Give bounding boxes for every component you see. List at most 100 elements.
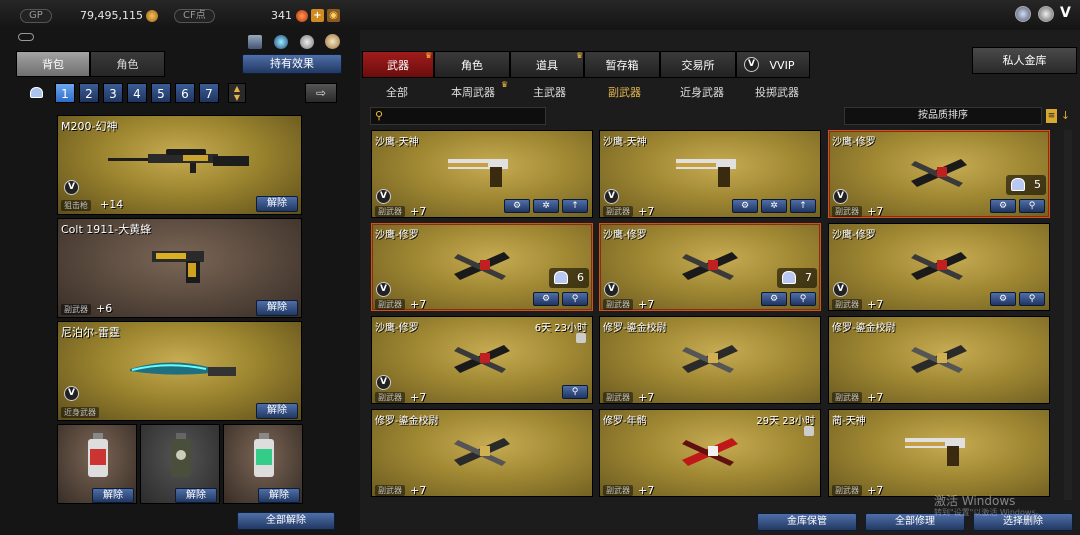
- gear-plus-icon[interactable]: ⚙: [761, 292, 787, 306]
- search-input[interactable]: ⚲: [370, 107, 546, 125]
- add-cf-icon[interactable]: +: [311, 9, 324, 22]
- knife-icon: [130, 362, 236, 376]
- weapon-type: 副武器: [375, 206, 405, 217]
- gear-icon[interactable]: ✲: [761, 199, 787, 213]
- page-4-button[interactable]: 4: [127, 83, 147, 103]
- moon-icon[interactable]: [1038, 6, 1054, 22]
- weapon-card[interactable]: 沙鹰-修罗 V 副武器 +7 5 ⚙ ⚲: [828, 130, 1050, 218]
- upgrade-count-badge: 6: [549, 268, 589, 288]
- search-icon[interactable]: ⚲: [1019, 292, 1045, 306]
- unequip-button[interactable]: 解除: [92, 488, 134, 503]
- page-7-button[interactable]: 7: [199, 83, 219, 103]
- weapon-card[interactable]: 沙鹰-修罗 V 副武器 +7 ⚙ ⚲: [828, 223, 1050, 311]
- tab-characters[interactable]: 角色: [434, 51, 510, 78]
- arrow-up-icon[interactable]: ↑: [790, 199, 816, 213]
- unequip-button[interactable]: 解除: [256, 196, 298, 212]
- vault-store-button[interactable]: 金库保管: [757, 513, 857, 531]
- unequip-all-button[interactable]: 全部解除: [237, 512, 335, 530]
- arrow-up-icon[interactable]: ↑: [562, 199, 588, 213]
- unequip-button[interactable]: 解除: [256, 403, 298, 419]
- tab-character[interactable]: 角色: [90, 51, 165, 77]
- weapon-type: 副武器: [375, 485, 405, 496]
- enhance-level: +7: [410, 298, 427, 311]
- weapon-card[interactable]: 沙鹰-修罗 6天 23小时 V 副武器 +7 ⚲: [371, 316, 593, 404]
- search-icon[interactable]: ⚲: [562, 385, 588, 399]
- search-icon[interactable]: ⚲: [562, 292, 588, 306]
- equip-slot-melee[interactable]: 尼泊尔-雷霆 V 近身武器 解除: [57, 321, 302, 421]
- weapon-card[interactable]: 修罗-鎏金校尉 副武器 +7: [828, 316, 1050, 404]
- weapon-card[interactable]: 修罗-鎏金校尉 副武器 +7: [599, 316, 821, 404]
- search-icon[interactable]: ⚲: [1019, 199, 1045, 213]
- remaining-time: 6天 23小时: [534, 323, 587, 334]
- weapon-card[interactable]: 修罗-鎏金校尉 副武器 +7: [371, 409, 593, 497]
- upgrade-count: 7: [805, 271, 812, 284]
- page-5-button[interactable]: 5: [151, 83, 171, 103]
- grenade-slot-3[interactable]: 解除: [223, 424, 303, 504]
- egg-icon[interactable]: [325, 34, 340, 49]
- gear-plus-icon[interactable]: ⚙: [504, 199, 530, 213]
- enhance-level: +7: [867, 205, 884, 218]
- unequip-button[interactable]: 解除: [258, 488, 300, 503]
- unequip-button[interactable]: 解除: [175, 488, 217, 503]
- subtab-primary[interactable]: 主武器: [533, 84, 566, 100]
- gear-icon[interactable]: ✲: [533, 199, 559, 213]
- weapon-card[interactable]: 沙鹰-天神 V 副武器 +7 ⚙ ✲ ↑: [599, 130, 821, 218]
- card-title: 沙鹰-修罗: [375, 230, 419, 241]
- equip-slot-sniper[interactable]: M200-幻神 V 狙击枪 +14 解除: [57, 115, 302, 215]
- weapon-card[interactable]: 沙鹰-天神 V 副武器 +7 ⚙ ✲ ↑: [371, 130, 593, 218]
- flash-grenade-icon: [254, 433, 274, 477]
- gear-plus-icon[interactable]: ⚙: [533, 292, 559, 306]
- slot-title: Colt 1911-大黄蜂: [61, 223, 152, 236]
- card-title: 修罗-鎏金校尉: [832, 323, 896, 334]
- globe-icon[interactable]: [1015, 6, 1031, 22]
- helmet-icon: [782, 271, 796, 284]
- weapon-type: 副武器: [832, 299, 862, 310]
- page-stepper[interactable]: ▲ ▼: [228, 83, 246, 103]
- tab-backpack[interactable]: 背包: [16, 51, 90, 77]
- tab-weapons[interactable]: 武器: [362, 51, 434, 78]
- page-3-button[interactable]: 3: [103, 83, 123, 103]
- card-title: 沙鹰-修罗: [832, 230, 876, 241]
- pistol-icon: [905, 438, 965, 466]
- refresh-icon[interactable]: [274, 35, 288, 49]
- tab-exchange[interactable]: 交易所: [660, 51, 736, 78]
- stats-icon[interactable]: [248, 35, 262, 49]
- private-vault-button[interactable]: 私人金库: [972, 47, 1077, 74]
- gift-icon[interactable]: ◉: [327, 9, 340, 22]
- weapon-card[interactable]: 沙鹰-修罗 V 副武器 +7 6 ⚙ ⚲: [371, 223, 593, 311]
- page-6-button[interactable]: 6: [175, 83, 195, 103]
- page-2-button[interactable]: 2: [79, 83, 99, 103]
- equip-slot-pistol[interactable]: Colt 1911-大黄蜂 副武器 +6 解除: [57, 218, 302, 318]
- vip-badge-icon: V: [833, 189, 848, 204]
- weapon-card[interactable]: 沙鹰-修罗 V 副武器 +7 7 ⚙ ⚲: [599, 223, 821, 311]
- owned-effects-button[interactable]: 持有效果: [242, 54, 342, 74]
- sort-arrow-icon[interactable]: ↓: [1060, 109, 1071, 123]
- subtab-weekly[interactable]: 本周武器: [451, 84, 495, 100]
- menu-icon[interactable]: ≡: [1046, 109, 1057, 123]
- search-icon[interactable]: ⚲: [790, 292, 816, 306]
- tab-items[interactable]: 道具: [510, 51, 584, 78]
- unequip-button[interactable]: 解除: [256, 300, 298, 316]
- page-1-button[interactable]: 1: [55, 83, 75, 103]
- weapon-type: 狙击枪: [61, 200, 91, 211]
- subtab-throwing[interactable]: 投掷武器: [755, 84, 799, 100]
- gear-plus-icon[interactable]: ⚙: [990, 199, 1016, 213]
- gp-label: GP: [20, 9, 52, 23]
- subtab-all[interactable]: 全部: [386, 84, 408, 100]
- gear-plus-icon[interactable]: ⚙: [732, 199, 758, 213]
- gear-plus-icon[interactable]: ⚙: [990, 292, 1016, 306]
- sort-dropdown[interactable]: 按品质排序: [844, 107, 1042, 125]
- scrollbar[interactable]: [1064, 130, 1072, 500]
- subtab-melee[interactable]: 近身武器: [680, 84, 724, 100]
- cf-coin-icon: [296, 10, 308, 22]
- export-icon[interactable]: ⇨: [305, 83, 337, 103]
- pistol-icon: [911, 345, 967, 373]
- sticker-icon[interactable]: [300, 35, 314, 49]
- enhance-level: +7: [638, 205, 655, 218]
- weapon-card[interactable]: 蔺-天神 副武器 +7: [828, 409, 1050, 497]
- grenade-slot-2[interactable]: 解除: [140, 424, 220, 504]
- grenade-slot-1[interactable]: 解除: [57, 424, 137, 504]
- weapon-card[interactable]: 修罗-年鹘 29天 23小时 副武器 +7: [599, 409, 821, 497]
- tab-storage[interactable]: 暂存箱: [584, 51, 660, 78]
- subtab-secondary[interactable]: 副武器: [608, 84, 641, 100]
